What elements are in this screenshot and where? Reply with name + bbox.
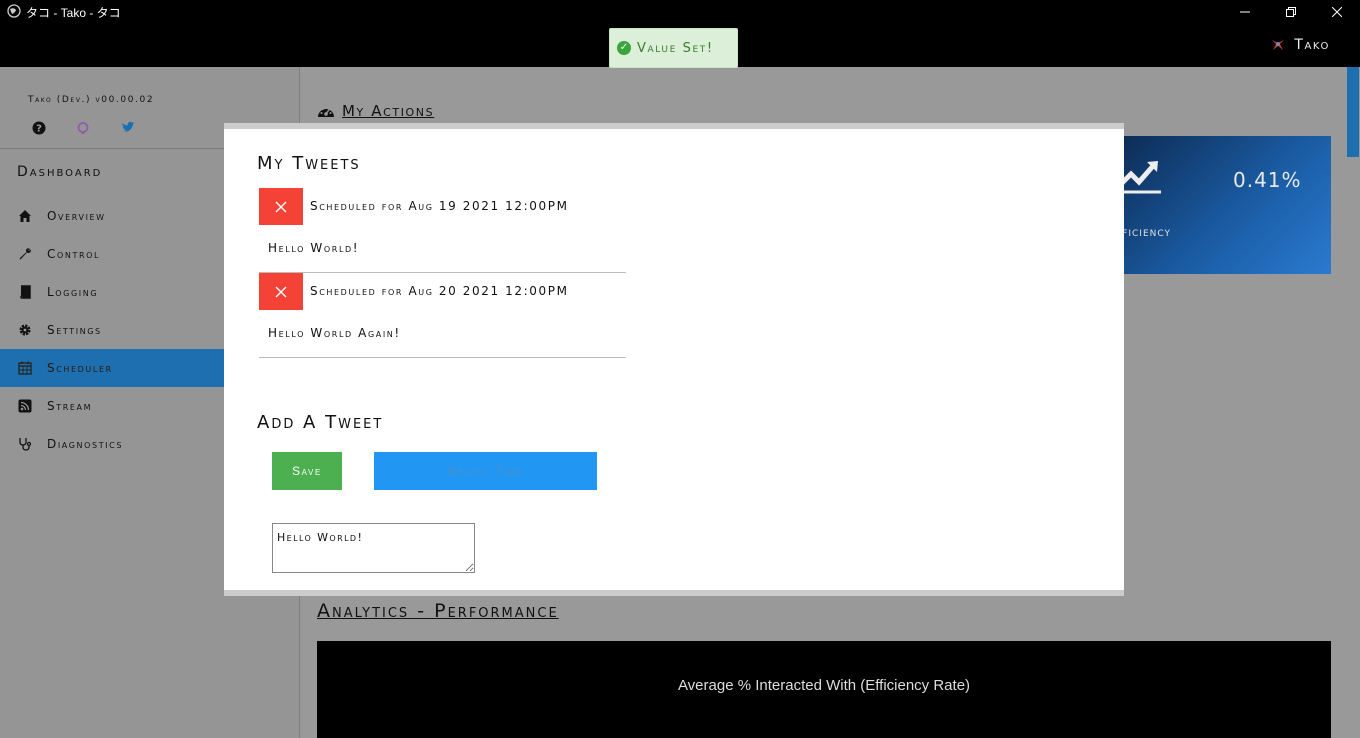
tweet-text: Hello World Again! xyxy=(268,326,401,340)
my-actions-heading[interactable]: My Actions xyxy=(317,102,434,120)
trend-up-icon xyxy=(1121,161,1161,194)
sidebar-item-label: Diagnostics xyxy=(47,437,124,451)
close-icon xyxy=(275,201,287,212)
sidebar-section-title: Dashboard xyxy=(17,164,103,180)
brand[interactable]: Tako xyxy=(1270,37,1330,53)
sidebar-item-label: Stream xyxy=(47,399,93,413)
sidebar-item-logging[interactable]: Logging xyxy=(0,273,252,311)
app-globe-icon xyxy=(7,4,21,18)
github-icon[interactable] xyxy=(76,121,90,135)
sidebar-item-label: Logging xyxy=(47,285,99,299)
sidebar-item-overview[interactable]: Overview xyxy=(0,197,252,235)
delete-tweet-button[interactable] xyxy=(259,188,303,225)
calendar-icon xyxy=(18,361,32,375)
chart-title: Average % Interacted With (Efficiency Ra… xyxy=(677,677,971,694)
rss-icon xyxy=(18,399,32,413)
sidebar-item-label: Control xyxy=(47,247,101,261)
modal-title: My Tweets xyxy=(257,153,361,174)
brand-name: Tako xyxy=(1294,37,1330,53)
my-actions-label: My Actions xyxy=(342,102,435,120)
efficiency-chart: Average % Interacted With (Efficiency Ra… xyxy=(317,641,1331,738)
sidebar-item-label: Settings xyxy=(47,323,102,337)
sidebar-item-label: Overview xyxy=(47,209,106,223)
save-button[interactable]: Save xyxy=(272,452,342,490)
tweet-text-input[interactable]: Hello World! xyxy=(272,523,475,573)
tweet-schedule: Scheduled for Aug 20 2021 12:00PM xyxy=(310,284,569,298)
sidebar-item-scheduler[interactable]: Scheduler xyxy=(0,349,252,387)
gear-icon xyxy=(18,323,32,337)
twitter-icon[interactable] xyxy=(121,121,135,135)
sidebar-item-settings[interactable]: Settings xyxy=(0,311,252,349)
tweet-text: Hello World! xyxy=(268,241,360,255)
close-icon[interactable] xyxy=(1314,0,1360,23)
check-circle-icon: ✓ xyxy=(617,41,631,55)
add-tweet-heading: Add A Tweet xyxy=(257,412,384,433)
analytics-heading[interactable]: Analytics - Performance xyxy=(317,600,559,622)
dashboard-gauge-icon xyxy=(318,106,334,117)
value-set-toast: ✓ Value Set! xyxy=(609,28,738,68)
restore-icon[interactable] xyxy=(1268,0,1314,23)
page-scrollbar[interactable] xyxy=(1346,67,1360,738)
sidebar-item-control[interactable]: Control xyxy=(0,235,252,273)
stat-value: 0.41% xyxy=(1233,168,1302,192)
help-icon[interactable]: ? xyxy=(32,121,46,135)
toast-message: Value Set! xyxy=(637,40,714,56)
window-titlebar: タコ - Tako - タコ xyxy=(0,0,1360,23)
minimize-icon[interactable] xyxy=(1222,0,1268,23)
tweet-item: Scheduled for Aug 20 2021 12:00PM Hello … xyxy=(259,273,626,358)
window-title: タコ - Tako - タコ xyxy=(26,6,121,20)
tako-logo-icon xyxy=(1272,40,1285,50)
stat-label: fficiency xyxy=(1116,225,1171,240)
sidebar-item-diagnostics[interactable]: Diagnostics xyxy=(0,425,252,463)
stethoscope-icon xyxy=(18,437,32,451)
efficiency-stat-card: 0.41% fficiency xyxy=(1116,136,1331,274)
version-label: Tako (Dev.) v00.00.02 xyxy=(28,95,155,105)
book-icon xyxy=(18,285,32,299)
sidebar-item-label: Scheduler xyxy=(47,361,113,375)
wrench-icon xyxy=(18,247,32,261)
tweet-schedule: Scheduled for Aug 19 2021 12:00PM xyxy=(310,199,569,213)
select-time-button[interactable]: Select Time xyxy=(374,452,597,490)
scrollbar-thumb[interactable] xyxy=(1347,67,1359,157)
delete-tweet-button[interactable] xyxy=(259,273,303,310)
sidebar-item-stream[interactable]: Stream xyxy=(0,387,252,425)
tweet-item: Scheduled for Aug 19 2021 12:00PM Hello … xyxy=(259,188,626,273)
close-icon xyxy=(275,286,287,297)
tweets-modal: My Tweets Scheduled for Aug 19 2021 12:0… xyxy=(224,123,1124,596)
home-icon xyxy=(18,209,32,223)
svg-text:?: ? xyxy=(36,124,42,135)
